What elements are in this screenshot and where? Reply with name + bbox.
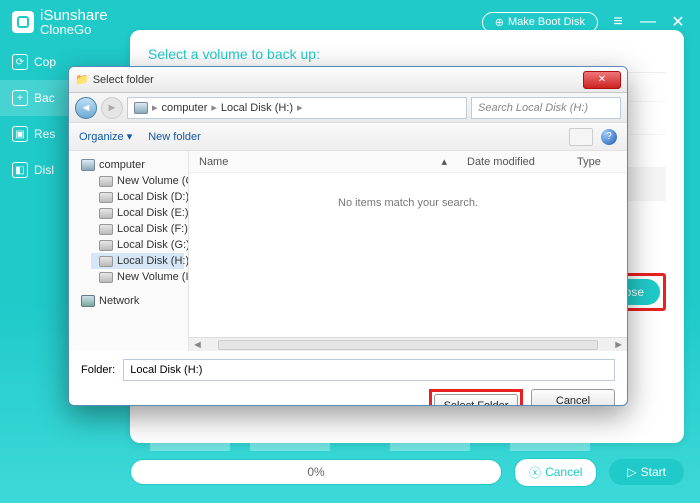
brand-line2: CloneGo <box>40 22 108 37</box>
sidebar: ⟳Cop +Bac ▣Res ◧Disl <box>0 44 70 503</box>
search-input[interactable]: Search Local Disk (H:) <box>471 97 621 119</box>
plus-icon: ⊕ <box>495 16 504 29</box>
bottom-bar: 0% ⓧCancel ▷Start <box>130 453 684 491</box>
network-icon <box>81 295 95 307</box>
brand: iSunshare CloneGo <box>12 7 108 37</box>
dialog-close-button[interactable]: ✕ <box>583 71 621 89</box>
drive-icon <box>99 208 113 219</box>
copy-icon: ⟳ <box>12 54 28 70</box>
tree-computer[interactable]: computer <box>73 157 184 173</box>
tree-drive[interactable]: Local Disk (H:) <box>91 253 184 269</box>
tree-drive[interactable]: Local Disk (E:) <box>91 205 184 221</box>
tree-drive[interactable]: New Volume (C: <box>91 173 184 189</box>
dialog-title: Select folder <box>93 74 154 86</box>
drive-icon <box>99 256 113 267</box>
help-icon[interactable]: ? <box>601 129 617 145</box>
sort-indicator-icon: ▴ <box>431 155 457 168</box>
sidebar-item-disk[interactable]: ◧Disl <box>0 152 70 188</box>
disk-icon: ◧ <box>12 162 28 178</box>
drive-icon <box>99 224 113 235</box>
dialog-cancel-button[interactable]: Cancel <box>531 389 615 406</box>
drive-icon <box>99 240 113 251</box>
restore-icon: ▣ <box>12 126 28 142</box>
sidebar-item-backup[interactable]: +Bac <box>0 80 70 116</box>
address-bar[interactable]: ▸ computer ▸ Local Disk (H:) ▸ <box>127 97 467 119</box>
horizontal-scrollbar[interactable]: ◄ ► <box>189 337 627 351</box>
tree-drive[interactable]: Local Disk (D:) <box>91 189 184 205</box>
select-folder-button[interactable]: Select Folder <box>434 394 518 406</box>
tree-drive[interactable]: New Volume (I:) <box>91 269 184 285</box>
file-list-header[interactable]: Name ▴ Date modified Type <box>189 151 627 173</box>
tree-drive[interactable]: Local Disk (F:) <box>91 221 184 237</box>
decor-hills <box>130 425 684 451</box>
empty-message: No items match your search. <box>189 173 627 337</box>
menu-icon[interactable]: ≡ <box>608 12 628 32</box>
folder-label: Folder: <box>81 364 115 376</box>
col-date[interactable]: Date modified <box>457 156 567 168</box>
folder-name-input[interactable] <box>123 359 615 381</box>
col-type[interactable]: Type <box>567 156 627 168</box>
folder-tree[interactable]: computer New Volume (C: Local Disk (D:) … <box>69 151 189 351</box>
start-button[interactable]: ▷Start <box>609 459 684 485</box>
drive-icon <box>99 272 113 283</box>
dialog-titlebar[interactable]: 📁 Select folder ✕ <box>69 67 627 93</box>
play-icon: ▷ <box>627 465 636 479</box>
col-name[interactable]: Name <box>189 156 431 168</box>
scroll-right-icon[interactable]: ► <box>610 339 627 351</box>
tree-network[interactable]: Network <box>73 293 184 309</box>
panel-title: Select a volume to back up: <box>148 46 666 62</box>
sidebar-item-restore[interactable]: ▣Res <box>0 116 70 152</box>
cancel-button[interactable]: ⓧCancel <box>514 458 597 487</box>
folder-icon: 📁 <box>75 73 89 86</box>
progress-bar: 0% <box>130 459 502 485</box>
nav-forward-button[interactable]: ► <box>101 97 123 119</box>
dialog-nav: ◄ ► ▸ computer ▸ Local Disk (H:) ▸ Searc… <box>69 93 627 123</box>
scroll-left-icon[interactable]: ◄ <box>189 339 206 351</box>
view-mode-button[interactable] <box>569 128 593 146</box>
drive-icon <box>99 192 113 203</box>
close-button[interactable]: ✕ <box>668 12 688 32</box>
backup-icon: + <box>12 90 28 106</box>
new-folder-button[interactable]: New folder <box>148 131 201 143</box>
select-folder-dialog: 📁 Select folder ✕ ◄ ► ▸ computer ▸ Local… <box>68 66 628 406</box>
drive-icon <box>99 176 113 187</box>
computer-icon <box>81 159 95 171</box>
organize-menu[interactable]: Organize ▾ <box>79 130 132 143</box>
computer-icon <box>134 102 148 114</box>
nav-back-button[interactable]: ◄ <box>75 97 97 119</box>
tree-drive[interactable]: Local Disk (G:) <box>91 237 184 253</box>
file-list: Name ▴ Date modified Type No items match… <box>189 151 627 351</box>
dialog-toolbar: Organize ▾ New folder ? <box>69 123 627 151</box>
minimize-button[interactable]: — <box>638 12 658 32</box>
brand-icon <box>12 11 34 33</box>
x-icon: ⓧ <box>529 464 541 481</box>
sidebar-item-copy[interactable]: ⟳Cop <box>0 44 70 80</box>
